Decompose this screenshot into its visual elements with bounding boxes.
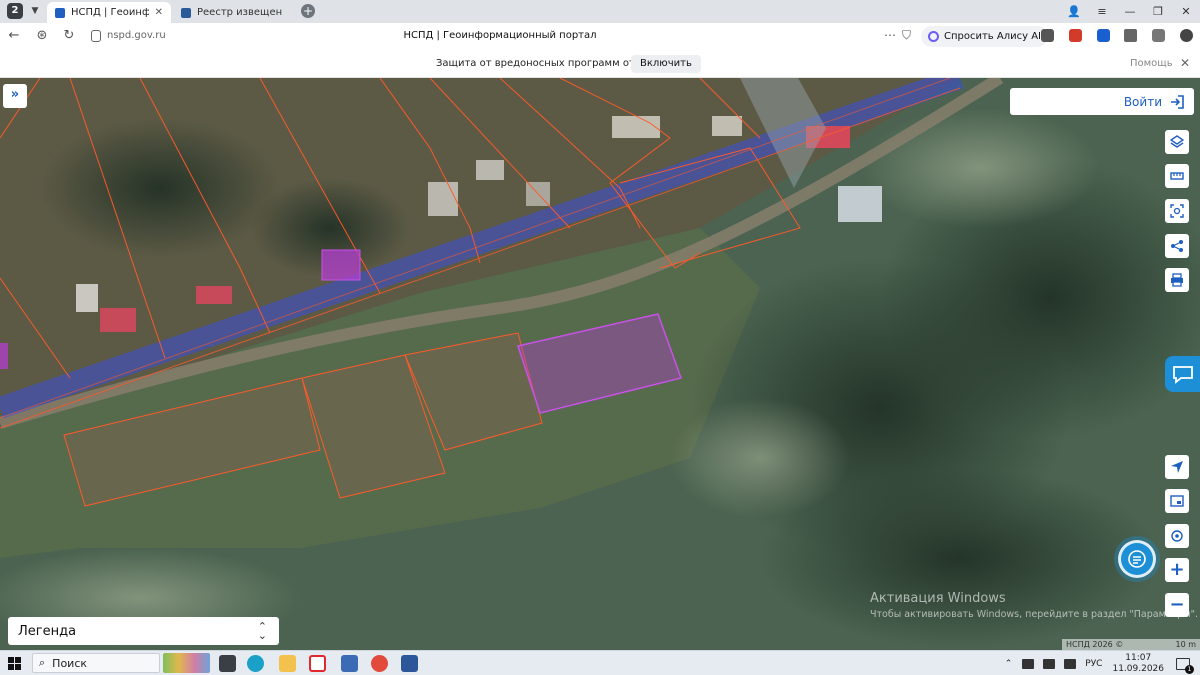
tab-label: НСПД | Геоинформаци [71,7,149,18]
share-button[interactable] [1165,234,1189,258]
feedback-chat-icon [1172,366,1193,384]
location-icon [1171,530,1183,542]
search-label: Поиск [52,656,88,670]
app-c-icon[interactable] [371,655,388,672]
page-title[interactable]: НСПД | Геоинформационный портал [0,30,1000,41]
tab-count-badge[interactable]: 2 [7,3,23,19]
windows-start-icon[interactable] [8,657,21,670]
select-area-icon [1170,204,1184,218]
satellite-map[interactable] [0,78,1200,650]
date: 11.09.2026 [1112,663,1164,674]
scale-label: 10 m [1175,640,1196,649]
print-icon [1171,273,1183,287]
legend-label: Легенда [18,623,77,639]
attribution-text: НСПД 2026 © [1066,640,1124,649]
notification-count: 1 [1185,664,1194,674]
window-controls: 👤 ≡ — ❐ ✕ [1060,0,1200,23]
tray-chevron-up-icon[interactable]: ⌃ [1005,659,1013,669]
layers-icon [1170,135,1184,148]
layers-button[interactable] [1165,130,1189,154]
search-icon: ⌕ [39,656,46,669]
language-indicator[interactable]: РУС [1085,659,1102,669]
login-button[interactable]: Войти [1010,88,1194,115]
chevron-updown-icon: ⌃ ⌄ [257,620,267,642]
watermark-title: Активация Windows [870,591,1006,606]
minimize-icon[interactable]: — [1116,0,1144,23]
print-button[interactable] [1165,268,1189,292]
address-bar: ← ⊛ ↻ nspd.gov.ru НСПД | Геоинформационн… [0,23,1200,50]
notification-center-icon[interactable]: 1 [1176,657,1194,674]
profile-icon[interactable]: 👤 [1060,0,1088,23]
measure-button[interactable] [1165,164,1189,188]
nspd-favicon-icon [55,7,65,18]
tab-label: Реестр извещений [197,7,283,18]
downloads-icon[interactable] [1180,29,1193,42]
volume-icon[interactable] [1064,658,1077,669]
extension-2-icon[interactable] [1069,29,1082,42]
windows-taskbar: ⌕ Поиск ⌃ РУС 11:07 11.09.2026 1 [0,650,1200,675]
network-icon[interactable] [1043,658,1056,669]
login-arrow-icon [1171,94,1184,109]
edge-browser-icon[interactable] [247,655,264,672]
close-icon[interactable]: ✕ [1180,56,1190,70]
tab-list-chevron-icon[interactable]: ▼ [28,4,42,18]
file-explorer-icon[interactable] [279,655,296,672]
alice-ring-icon [928,31,939,42]
security-infobar: Защита от вредоносных программ отключена… [0,50,1200,78]
yandex-browser-icon[interactable] [309,655,326,672]
ruler-icon [1170,172,1184,180]
minimap-button[interactable] [1165,489,1189,513]
chat-assistant-button[interactable] [1118,540,1156,578]
expand-panel-button[interactable]: » [3,84,27,108]
close-icon[interactable]: ✕ [155,7,163,18]
close-window-icon[interactable]: ✕ [1172,0,1200,23]
task-view-icon[interactable] [219,655,236,672]
extension-3-icon[interactable] [1097,29,1110,42]
location-button[interactable] [1165,524,1189,548]
login-label: Войти [1123,94,1162,109]
minimap-icon [1170,495,1184,507]
windows-activation-watermark: Активация Windows Чтобы активировать Win… [870,591,1198,620]
share-icon [1171,240,1183,252]
navigate-button[interactable] [1165,455,1189,479]
extension-1-icon[interactable] [1041,29,1054,42]
extensions-puzzle-icon[interactable] [1124,29,1137,42]
select-area-button[interactable] [1165,199,1189,223]
browser-tab-bar: 2 ▼ НСПД | Геоинформаци ✕ Реестр извещен… [0,0,1200,23]
clock[interactable]: 11:07 11.09.2026 [1112,653,1164,675]
legend-dropdown[interactable]: Легенда ⌃ ⌄ [8,617,279,645]
map-viewport[interactable]: » Войти + − Легенда ⌃ ⌄ Активация Window… [0,78,1200,650]
time: 11:07 [1125,652,1152,663]
feedback-button[interactable] [1165,356,1200,392]
search-highlight-image[interactable] [163,653,210,673]
navigate-icon [1171,461,1183,473]
tab-registry[interactable]: Реестр извещений [173,2,291,23]
menu-icon[interactable]: ≡ [1088,0,1116,23]
enable-protection-button[interactable]: Включить [631,55,701,73]
chat-lines-icon [1128,550,1146,568]
help-link[interactable]: Помощь [1130,58,1173,69]
restore-icon[interactable]: ❐ [1144,0,1172,23]
more-dots-icon[interactable]: ⋯ [884,28,896,42]
new-tab-plus-icon[interactable]: + [301,4,315,18]
collections-icon[interactable] [1152,29,1165,42]
zoom-in-button[interactable]: + [1165,558,1189,582]
registry-favicon-icon [181,7,191,18]
alice-ai-button[interactable]: Спросить Алису AI [921,26,1048,47]
battery-icon[interactable] [1022,658,1035,669]
calculator-icon[interactable] [341,655,358,672]
watermark-subtitle: Чтобы активировать Windows, перейдите в … [870,609,1199,620]
word-icon[interactable] [401,655,418,672]
bookmark-icon[interactable]: ⛉ [902,28,911,43]
map-attribution: НСПД 2026 © 10 m [1062,639,1200,650]
system-tray: ⌃ РУС 11:07 11.09.2026 1 [1005,651,1200,675]
taskbar-search[interactable]: ⌕ Поиск [32,653,160,673]
tab-nspd[interactable]: НСПД | Геоинформаци ✕ [47,2,171,23]
alice-label: Спросить Алису AI [944,31,1041,42]
